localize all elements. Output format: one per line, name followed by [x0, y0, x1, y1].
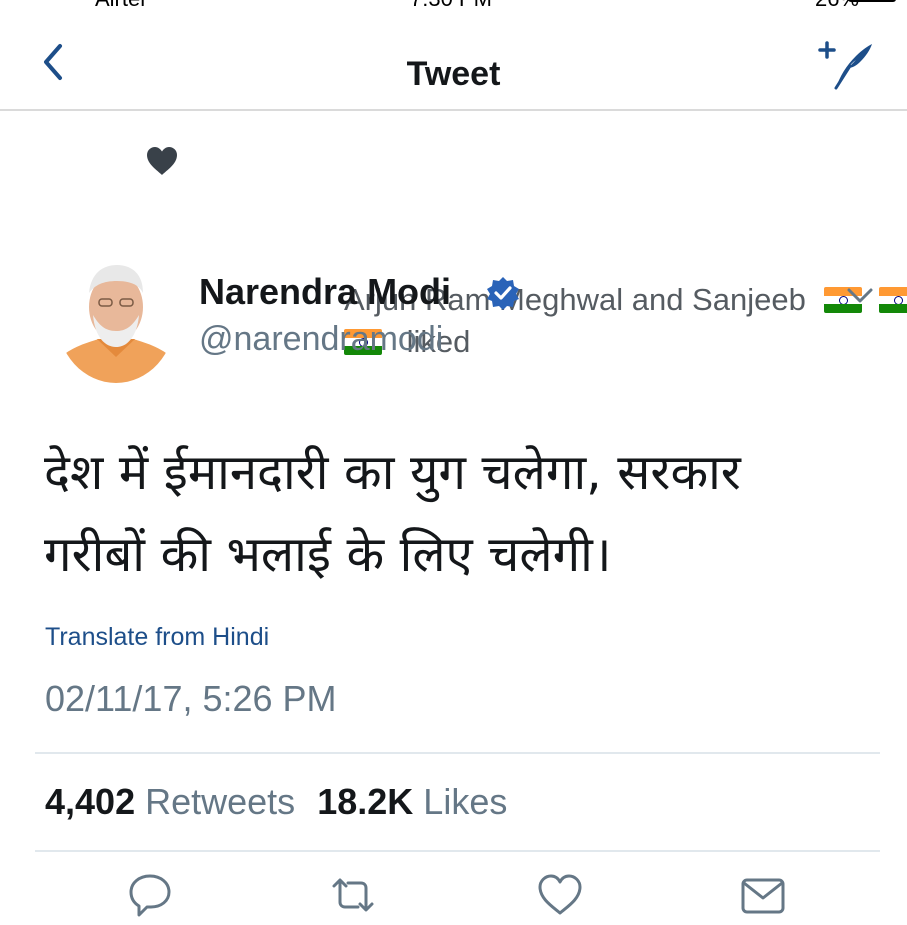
message-icon — [741, 878, 785, 914]
battery-icon — [848, 0, 896, 2]
heart-icon — [147, 147, 177, 175]
status-bar: Airtel 7:30 PM 26% — [0, 0, 907, 11]
india-flag — [879, 287, 907, 313]
author-name[interactable]: Narendra Modi — [199, 271, 451, 313]
tweet-text-line: देश में ईमानदारी का युग चलेगा, सरकार — [44, 444, 741, 501]
direct-message-button[interactable] — [738, 870, 788, 920]
tweet-options-button[interactable] — [843, 280, 877, 310]
retweets-count: 4,402 — [45, 781, 136, 822]
divider — [35, 752, 880, 754]
page-title: Tweet — [406, 55, 501, 93]
likes-stat[interactable]: 18.2K Likes — [317, 781, 507, 822]
profile-photo — [57, 253, 175, 383]
tweet-timestamp: 02/11/17, 5:26 PM — [45, 678, 337, 719]
likes-label: Likes — [423, 781, 508, 822]
retweet-icon — [332, 878, 374, 912]
tweet-text-line: गरीबों की भलाई के लिए चलेगी। — [44, 526, 612, 583]
engagement-stats: 4,402 Retweets 18.2K Likes — [45, 781, 507, 823]
retweets-label: Retweets — [145, 781, 296, 822]
tweet-text: देश में ईमानदारी का युग चलेगा, सरकार गरी… — [44, 432, 864, 596]
like-icon — [538, 874, 582, 915]
tweet-actions-bar — [0, 870, 907, 920]
divider — [35, 850, 880, 852]
clock-label: 7:30 PM — [410, 0, 492, 12]
navigation-bar: Tweet — [0, 14, 907, 111]
author-handle[interactable]: @narendramodi — [199, 320, 443, 359]
reply-icon — [129, 874, 171, 917]
verified-badge-icon — [487, 277, 519, 310]
carrier-label: Airtel — [95, 0, 145, 12]
compose-tweet-icon — [818, 41, 872, 90]
retweet-button[interactable] — [328, 870, 378, 920]
avatar[interactable] — [57, 253, 175, 383]
translate-link[interactable]: Translate from Hindi — [45, 623, 269, 652]
retweets-stat[interactable]: 4,402 Retweets — [45, 781, 295, 822]
compose-tweet-button[interactable] — [812, 36, 876, 94]
chevron-down-icon — [847, 288, 873, 303]
like-button[interactable] — [535, 870, 585, 920]
likes-count: 18.2K — [317, 781, 414, 822]
reply-button[interactable] — [125, 870, 175, 920]
